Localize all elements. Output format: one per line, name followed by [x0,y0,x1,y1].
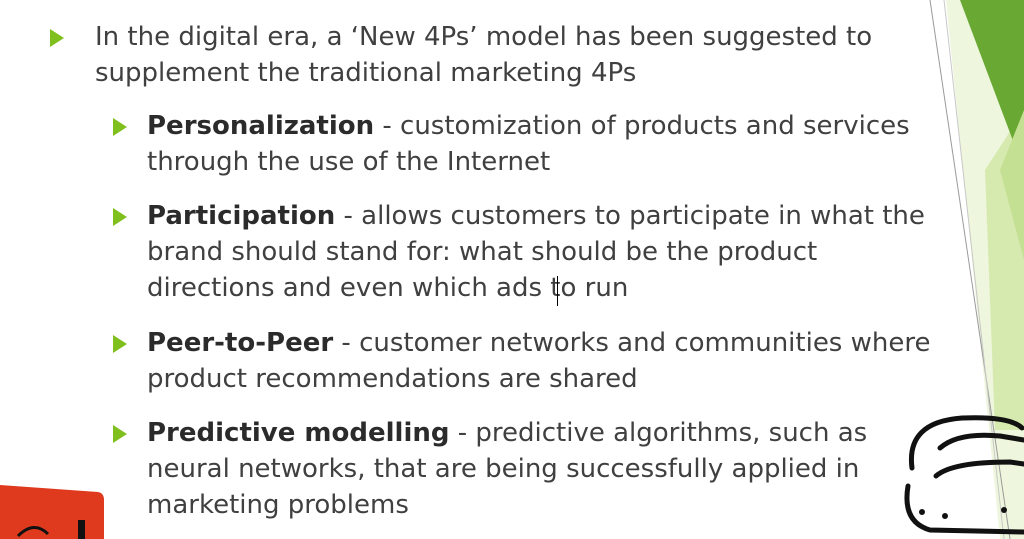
item-term: Personalization [147,111,375,141]
item-predictive-line-3: marketing problems [147,490,409,520]
bullet-icon [113,335,127,353]
bullet-icon [113,425,127,443]
item-description: - allows customers to participate in wha… [335,201,925,231]
item-peer-to-peer-line-2: product recommendations are shared [147,364,638,394]
item-participation-line-2: brand should stand for: what should be t… [147,237,818,267]
item-term: Predictive modelling [147,418,450,448]
item-predictive-line-2: neural networks, that are being successf… [147,454,860,484]
item-predictive-line-1: Predictive modelling - predictive algori… [147,415,867,451]
corner-mark [78,520,85,539]
item-personalization-line-1: Personalization - customization of produ… [147,108,910,144]
item-participation-line-1: Participation - allows customers to part… [147,198,925,234]
intro-line-1: In the digital era, a ‘New 4Ps’ model ha… [95,22,873,52]
corner-red-shape [0,485,104,539]
doodle-dots [919,507,1007,519]
item-description: - customer networks and communities wher… [333,328,931,358]
bullet-icon [113,118,127,136]
item-peer-to-peer-line-1: Peer-to-Peer - customer networks and com… [147,325,930,361]
intro-line-2: supplement the traditional marketing 4Ps [95,58,637,88]
item-term: Participation [147,201,336,231]
text-cursor [557,276,558,306]
item-personalization-line-2: through the use of the Internet [147,147,551,177]
item-term: Peer-to-Peer [147,328,334,358]
item-description: - customization of products and services [374,111,910,141]
bullet-icon [50,29,64,47]
item-description: - predictive algorithms, such as [449,418,868,448]
bullet-icon [113,208,127,226]
